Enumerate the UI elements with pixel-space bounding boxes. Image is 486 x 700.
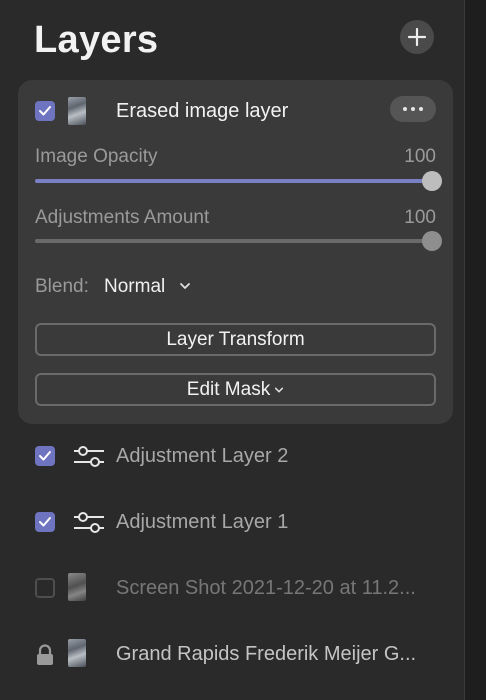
layer-name: Grand Rapids Frederik Meijer G... [116, 643, 417, 665]
edit-mask-button[interactable]: Edit Mask [35, 373, 436, 406]
adjustments-amount-fill [35, 239, 432, 243]
checkmark-icon [39, 106, 51, 116]
more-horizontal-icon [403, 107, 407, 111]
layer-visibility-checkbox[interactable] [35, 512, 55, 532]
blend-label: Blend: [35, 276, 89, 297]
adjustment-sliders-icon [74, 446, 104, 467]
layer-visibility-checkbox[interactable] [35, 578, 55, 598]
adjustments-amount-slider[interactable] [35, 231, 442, 251]
chevron-down-icon [180, 283, 190, 289]
checkmark-icon [39, 517, 51, 527]
image-opacity-fill [35, 179, 432, 183]
checkmark-icon [39, 451, 51, 461]
layer-name: Screen Shot 2021-12-20 at 11.2... [116, 577, 416, 599]
chevron-down-icon [275, 387, 284, 392]
plus-icon [407, 27, 427, 47]
layer-thumbnail [68, 639, 86, 667]
image-opacity-knob[interactable] [422, 171, 442, 191]
add-layer-button[interactable] [400, 20, 434, 54]
panel-scroll-rail [464, 0, 486, 700]
image-opacity-slider[interactable] [35, 171, 442, 191]
image-opacity-value: 100 [404, 146, 436, 167]
layer-thumbnail [68, 97, 86, 125]
layer-transform-button[interactable]: Layer Transform [35, 323, 436, 356]
layer-options-button[interactable] [390, 96, 436, 122]
layer-thumbnail [68, 573, 86, 601]
lock-icon [37, 644, 53, 665]
panel-title: Layers [34, 18, 159, 61]
panel-header: Layers [34, 10, 446, 70]
adjustment-sliders-icon [74, 512, 104, 533]
blend-mode-select[interactable]: Normal [104, 276, 165, 298]
adjustments-amount-knob[interactable] [422, 231, 442, 251]
layer-row[interactable]: Screen Shot 2021-12-20 at 11.2... [0, 560, 464, 616]
layer-name: Adjustment Layer 1 [116, 511, 289, 533]
layer-visibility-checkbox[interactable] [35, 446, 55, 466]
selected-layer-card: Erased image layer Image Opacity 100 Adj… [18, 80, 453, 424]
edit-mask-label: Edit Mask [186, 378, 271, 400]
selected-layer-name[interactable]: Erased image layer [116, 100, 288, 123]
layer-row[interactable]: Grand Rapids Frederik Meijer G... [0, 626, 464, 682]
selected-layer-checkbox[interactable] [35, 101, 55, 121]
image-opacity-label: Image Opacity [35, 146, 158, 167]
adjustments-amount-label: Adjustments Amount [35, 207, 210, 228]
layer-name: Adjustment Layer 2 [116, 445, 289, 467]
layer-row[interactable]: Adjustment Layer 2 [0, 428, 464, 484]
layer-row[interactable]: Adjustment Layer 1 [0, 494, 464, 550]
adjustments-amount-value: 100 [404, 207, 436, 228]
